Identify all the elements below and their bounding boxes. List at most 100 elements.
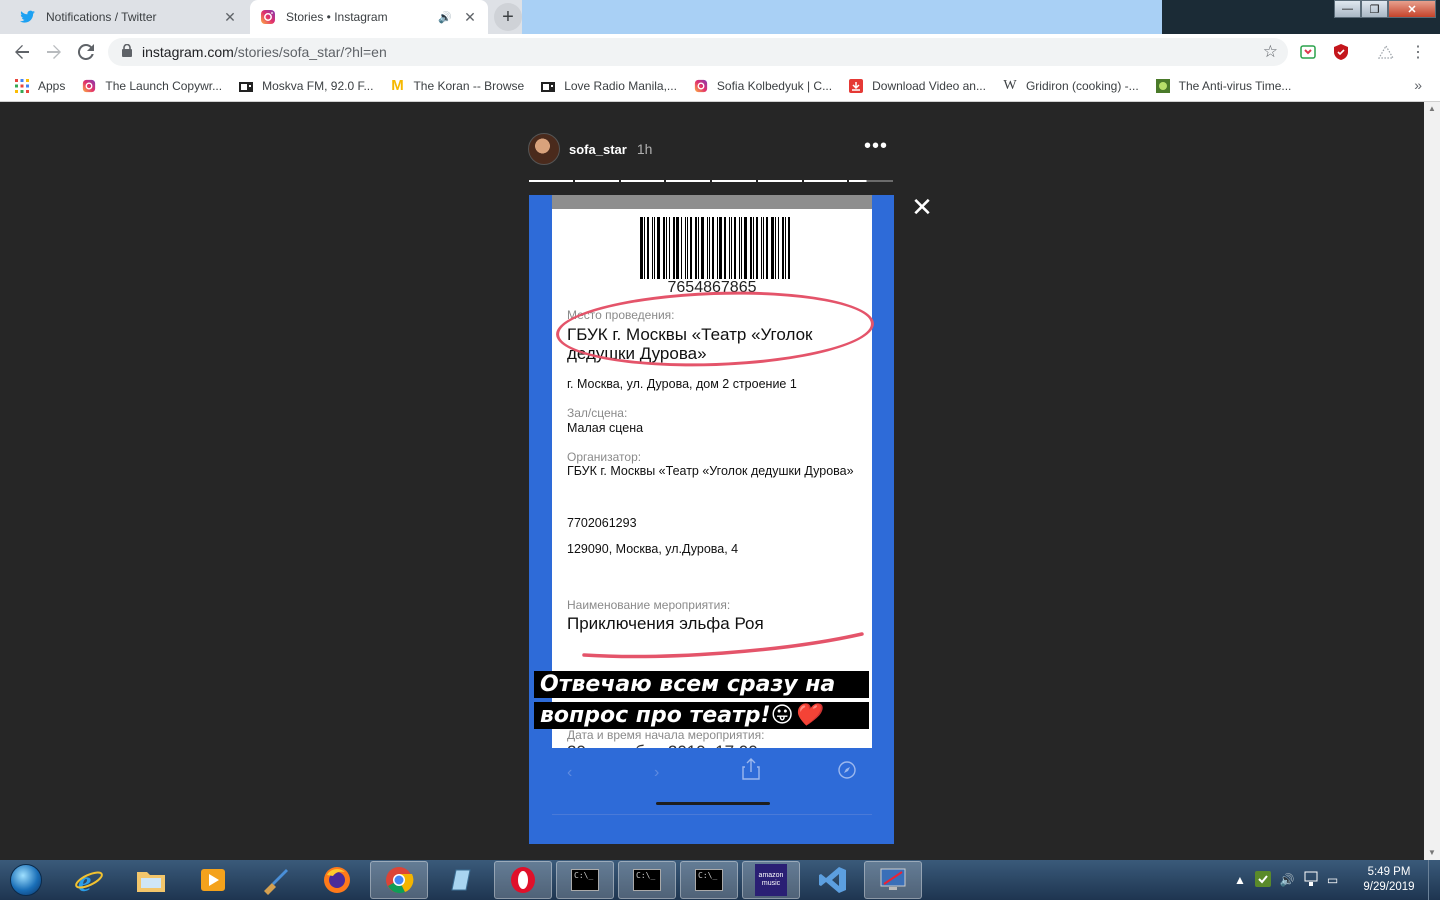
apps-grid-icon <box>14 78 30 94</box>
new-tab-button[interactable]: + <box>494 3 522 31</box>
security-tray-icon[interactable] <box>1254 870 1271 890</box>
forward-icon[interactable] <box>42 40 66 64</box>
taskbar-clock[interactable]: 5:49 PM 9/29/2019 <box>1354 865 1424 895</box>
system-tray: ▲ 🔊 ▭ <box>1234 860 1338 900</box>
paint-tool-icon[interactable] <box>246 861 304 899</box>
bookmarks-overflow-icon[interactable]: » <box>1414 77 1422 93</box>
vertical-scrollbar[interactable]: ▲ ▼ <box>1424 102 1440 860</box>
shield-extension-icon[interactable] <box>1333 44 1349 60</box>
volume-icon[interactable]: 🔊 <box>1280 873 1295 887</box>
barcode-stripe <box>782 217 784 279</box>
barcode-stripe <box>785 217 786 279</box>
barcode-stripe <box>775 217 776 279</box>
barcode-stripe <box>771 217 774 279</box>
command-prompt-1[interactable]: C:\_ <box>556 861 614 899</box>
visual-studio-icon[interactable] <box>804 861 862 899</box>
firefox-icon[interactable] <box>308 861 366 899</box>
tab-strip: Notifications / Twitter ✕ Stories • Inst… <box>0 0 1440 34</box>
bookmark-label: Moskva FM, 92.0 F... <box>262 78 374 93</box>
tab-twitter[interactable]: Notifications / Twitter ✕ <box>10 0 248 34</box>
barcode-stripe <box>712 217 714 279</box>
bookmark-sofia-kolbedyuk[interactable]: Sofia Kolbedyuk | C... <box>693 78 832 94</box>
scroll-up-icon[interactable]: ▲ <box>1424 102 1440 116</box>
progress-segment <box>620 180 665 182</box>
story-media[interactable]: 7654867865 Место проведения: ГБУК г. Мос… <box>529 195 894 844</box>
progress-segment <box>803 180 848 182</box>
lock-icon[interactable] <box>122 43 132 60</box>
triangle-extension-icon[interactable] <box>1378 44 1394 60</box>
home-indicator <box>656 802 770 805</box>
bookmark-gridiron[interactable]: W Gridiron (cooking) -... <box>1002 77 1138 94</box>
audio-playing-icon[interactable]: 🔊 <box>438 11 452 24</box>
avatar[interactable] <box>528 133 560 165</box>
caption-line-1: Отвечаю всем сразу на <box>534 671 869 698</box>
media-player-icon[interactable] <box>184 861 242 899</box>
ticket-top-bar <box>552 195 872 209</box>
back-icon[interactable] <box>10 40 34 64</box>
barcode-stripe <box>640 217 643 279</box>
network-icon[interactable] <box>1304 871 1318 890</box>
barcode-stripe <box>690 217 692 279</box>
scroll-down-icon[interactable]: ▼ <box>1424 846 1440 860</box>
bookmark-label: The Anti-virus Time... <box>1178 78 1292 93</box>
wikipedia-icon: W <box>1003 77 1017 93</box>
opera-icon[interactable] <box>494 861 552 899</box>
bookmark-label: The Launch Copywr... <box>105 78 223 93</box>
barcode-stripe <box>734 217 736 279</box>
event-label: Наименование мероприятия: <box>567 598 731 612</box>
command-prompt-3[interactable]: C:\_ <box>680 861 738 899</box>
barcode-stripe <box>695 217 697 279</box>
chrome-icon[interactable] <box>370 861 428 899</box>
command-prompt-2[interactable]: C:\_ <box>618 861 676 899</box>
minimize-button[interactable]: — <box>1334 0 1361 18</box>
story-username[interactable]: sofa_star <box>569 142 627 157</box>
date-label: Дата и время начала мероприятия: <box>567 728 765 742</box>
barcode-stripe <box>717 217 718 279</box>
reload-icon[interactable] <box>74 40 98 64</box>
windows-taskbar: e C:\_ C:\_ C:\_ amazon music ▲ 🔊 ▭ 5:49… <box>0 860 1440 900</box>
bookmark-download-video[interactable]: Download Video an... <box>848 78 986 94</box>
story-close-icon[interactable]: ✕ <box>908 193 936 221</box>
pocket-extension-icon[interactable] <box>1300 44 1316 60</box>
barcode-stripe <box>701 217 704 279</box>
start-button[interactable] <box>4 861 48 899</box>
menu-kebab-icon[interactable]: ⋮ <box>1410 44 1426 61</box>
window-close-button[interactable]: ✕ <box>1388 0 1436 18</box>
tab-close-icon[interactable]: ✕ <box>222 9 238 26</box>
tab-instagram[interactable]: Stories • Instagram 🔊 ✕ <box>250 0 488 34</box>
barcode-stripe <box>788 217 790 279</box>
file-explorer-icon[interactable] <box>122 861 180 899</box>
barcode-stripe <box>744 217 747 279</box>
instagram-icon <box>693 78 709 94</box>
bookmark-antivirus-times[interactable]: The Anti-virus Time... <box>1155 78 1292 94</box>
show-hidden-icons-icon[interactable]: ▲ <box>1234 873 1246 887</box>
internet-explorer-icon[interactable]: e <box>60 861 118 899</box>
bookmark-love-radio[interactable]: Love Radio Manila,... <box>540 78 677 94</box>
bookmark-label: Sofia Kolbedyuk | C... <box>716 78 833 93</box>
amazon-music-logo: amazon music <box>755 864 787 896</box>
bookmark-apps[interactable]: Apps <box>14 78 65 94</box>
amazon-music-icon[interactable]: amazon music <box>742 861 800 899</box>
more-options-icon[interactable]: ••• <box>864 136 888 156</box>
bookmark-moskva-fm[interactable]: Moskva FM, 92.0 F... <box>238 78 373 94</box>
address-bar[interactable]: instagram.com/stories/sofa_star/?hl=en ☆ <box>108 38 1288 66</box>
remote-desktop-icon[interactable] <box>864 861 922 899</box>
progress-segment-current <box>849 180 893 182</box>
window-controls: — ❐ ✕ <box>1334 0 1436 20</box>
barcode <box>640 217 804 279</box>
organizer-label: Организатор: <box>567 450 642 464</box>
barcode-stripe <box>724 217 726 279</box>
bookmark-launch-copywriter[interactable]: The Launch Copywr... <box>81 78 222 94</box>
notepad-icon[interactable] <box>432 861 490 899</box>
barcode-stripe <box>657 217 660 279</box>
action-center-icon[interactable]: ▭ <box>1327 873 1338 887</box>
show-desktop-button[interactable] <box>1428 860 1440 900</box>
hand-drawn-underline <box>582 632 864 659</box>
bookmark-koran[interactable]: M The Koran -- Browse <box>389 77 524 94</box>
antivirus-icon <box>1155 78 1171 94</box>
bookmark-label: Download Video an... <box>872 78 986 93</box>
maximize-button[interactable]: ❐ <box>1361 0 1388 18</box>
story-header: sofa_star 1h ••• <box>528 130 894 168</box>
tab-close-icon[interactable]: ✕ <box>462 9 478 26</box>
bookmark-star-icon[interactable]: ☆ <box>1263 42 1278 62</box>
